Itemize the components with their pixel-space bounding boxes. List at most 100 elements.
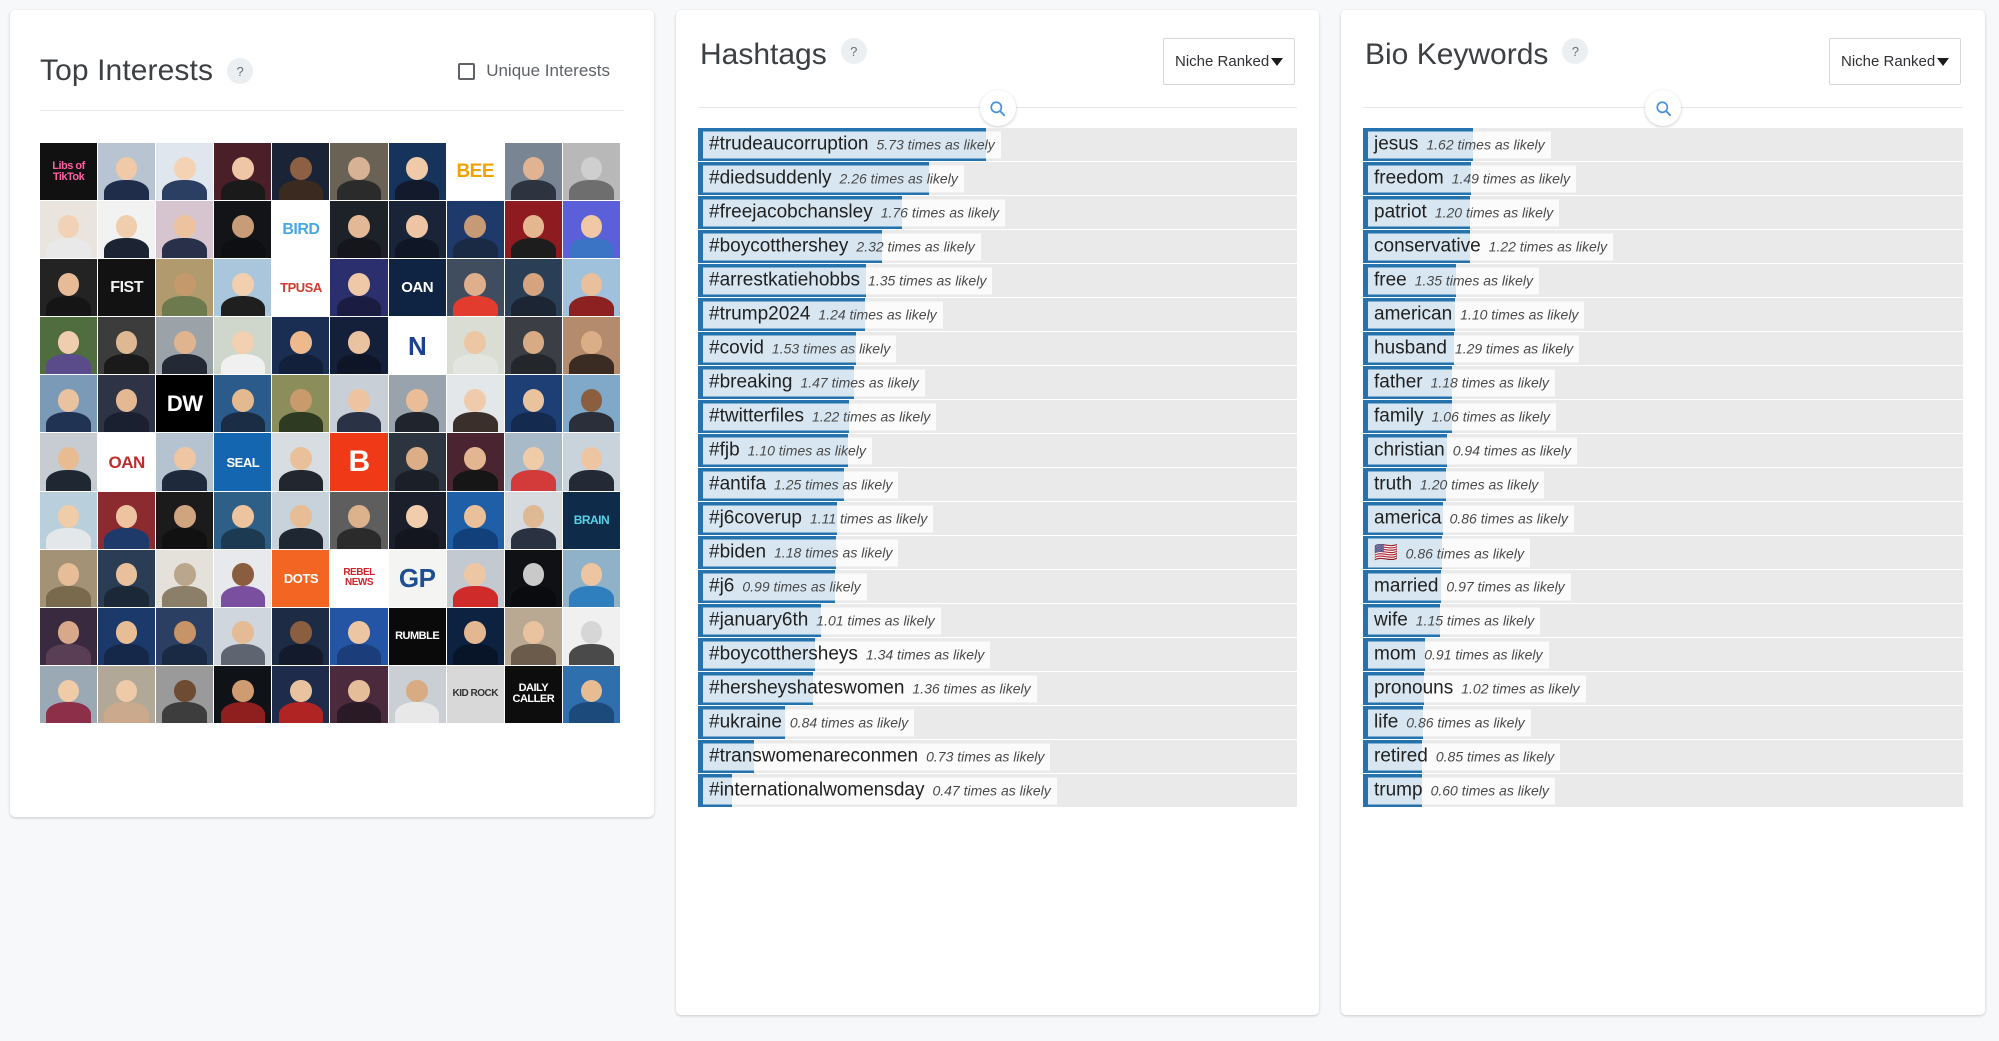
interest-avatar-tile[interactable] [562,201,620,259]
bio-sort-select[interactable]: Niche Ranked [1829,38,1961,85]
interest-avatar-tile[interactable] [214,317,272,375]
interest-avatar-tile[interactable] [272,375,330,433]
interest-avatar-tile[interactable] [98,143,156,201]
ranked-row[interactable]: #covid 1.53 times as likely [698,332,1297,366]
interest-avatar-tile[interactable] [156,665,214,723]
interest-logo-tile[interactable]: SEAL [214,433,272,491]
interest-avatar-tile[interactable] [446,201,504,259]
ranked-row[interactable]: freedom 1.49 times as likely [1363,162,1963,196]
interest-avatar-tile[interactable] [40,549,98,607]
interest-avatar-tile[interactable] [504,433,562,491]
ranked-row[interactable]: #boycotthersheys 1.34 times as likely [698,638,1297,672]
interest-logo-tile[interactable]: FIST [98,259,156,317]
ranked-row[interactable]: #antifa 1.25 times as likely [698,468,1297,502]
interest-avatar-tile[interactable] [562,665,620,723]
interest-avatar-tile[interactable] [98,549,156,607]
interest-logo-tile[interactable]: DOTS [272,549,330,607]
interest-avatar-tile[interactable] [98,317,156,375]
ranked-row[interactable]: trump 0.60 times as likely [1363,774,1963,808]
interest-avatar-tile[interactable] [388,143,446,201]
interest-logo-tile[interactable]: KID ROCK [446,665,504,723]
ranked-row[interactable]: #january6th 1.01 times as likely [698,604,1297,638]
interest-avatar-tile[interactable] [446,375,504,433]
ranked-row[interactable]: #hersheyshateswomen 1.36 times as likely [698,672,1297,706]
interest-avatar-tile[interactable] [562,259,620,317]
interest-avatar-tile[interactable] [504,375,562,433]
ranked-row[interactable]: patriot 1.20 times as likely [1363,196,1963,230]
interest-avatar-tile[interactable] [156,259,214,317]
interest-avatar-tile[interactable] [504,201,562,259]
interest-avatar-tile[interactable] [40,201,98,259]
ranked-row[interactable]: pronouns 1.02 times as likely [1363,672,1963,706]
interest-logo-tile[interactable]: OAN [388,259,446,317]
interest-avatar-tile[interactable] [40,259,98,317]
ranked-row[interactable]: husband 1.29 times as likely [1363,332,1963,366]
ranked-row[interactable]: #fjb 1.10 times as likely [698,434,1297,468]
ranked-row[interactable]: life 0.86 times as likely [1363,706,1963,740]
ranked-row[interactable]: #breaking 1.47 times as likely [698,366,1297,400]
interest-avatar-tile[interactable] [156,433,214,491]
interest-avatar-tile[interactable] [40,433,98,491]
interest-avatar-tile[interactable] [40,317,98,375]
interest-avatar-tile[interactable] [156,607,214,665]
interest-logo-tile[interactable]: GP [388,549,446,607]
interest-avatar-tile[interactable] [330,201,388,259]
interest-logo-tile[interactable]: RUMBLE [388,607,446,665]
interest-avatar-tile[interactable] [562,433,620,491]
ranked-row[interactable]: american 1.10 times as likely [1363,298,1963,332]
interest-avatar-tile[interactable] [272,607,330,665]
ranked-row[interactable]: #j6 0.99 times as likely [698,570,1297,604]
interest-avatar-tile[interactable] [446,549,504,607]
interest-avatar-tile[interactable] [156,143,214,201]
interest-avatar-tile[interactable] [214,259,272,317]
interest-avatar-tile[interactable] [272,491,330,549]
interest-avatar-tile[interactable] [330,607,388,665]
interest-logo-tile[interactable]: OAN [98,433,156,491]
help-icon[interactable]: ? [227,58,254,84]
ranked-row[interactable]: #diedsuddenly 2.26 times as likely [698,162,1297,196]
interest-avatar-tile[interactable] [156,201,214,259]
unique-interests-control[interactable]: Unique Interests [458,61,624,81]
interest-logo-tile[interactable]: BIRD [272,201,330,259]
interest-avatar-tile[interactable] [40,491,98,549]
interest-avatar-tile[interactable] [446,317,504,375]
ranked-row[interactable]: wife 1.15 times as likely [1363,604,1963,638]
interest-avatar-tile[interactable] [40,607,98,665]
interest-avatar-tile[interactable] [98,375,156,433]
interest-avatar-tile[interactable] [446,607,504,665]
unique-interests-checkbox[interactable] [458,62,476,80]
interest-avatar-tile[interactable] [504,259,562,317]
ranked-row[interactable]: #biden 1.18 times as likely [698,536,1297,570]
interest-avatar-tile[interactable] [98,607,156,665]
interest-avatar-tile[interactable] [562,143,620,201]
interest-avatar-tile[interactable] [214,665,272,723]
ranked-row[interactable]: #ukraine 0.84 times as likely [698,706,1297,740]
ranked-row[interactable]: #twitterfiles 1.22 times as likely [698,400,1297,434]
interest-avatar-tile[interactable] [214,143,272,201]
interest-logo-tile[interactable]: DW [156,375,214,433]
interest-avatar-tile[interactable] [98,201,156,259]
ranked-row[interactable]: retired 0.85 times as likely [1363,740,1963,774]
interest-avatar-tile[interactable] [330,491,388,549]
ranked-row[interactable]: family 1.06 times as likely [1363,400,1963,434]
interest-avatar-tile[interactable] [330,317,388,375]
interest-avatar-tile[interactable] [40,665,98,723]
interest-avatar-tile[interactable] [388,201,446,259]
interest-logo-tile[interactable]: Libs of TikTok [40,143,98,201]
interest-avatar-tile[interactable] [388,433,446,491]
interest-logo-tile[interactable]: N [388,317,446,375]
bio-search-button[interactable] [1645,90,1681,126]
interest-logo-tile[interactable]: BRAIN [562,491,620,549]
interest-avatar-tile[interactable] [156,549,214,607]
ranked-row[interactable]: 🇺🇸 0.86 times as likely [1363,536,1963,570]
interest-avatar-tile[interactable] [330,259,388,317]
interest-avatar-tile[interactable] [214,607,272,665]
interest-avatar-tile[interactable] [562,317,620,375]
interest-avatar-tile[interactable] [272,317,330,375]
interest-avatar-tile[interactable] [504,549,562,607]
ranked-row[interactable]: #trump2024 1.24 times as likely [698,298,1297,332]
ranked-row[interactable]: america 0.86 times as likely [1363,502,1963,536]
interest-avatar-tile[interactable] [40,375,98,433]
interest-avatar-tile[interactable] [504,317,562,375]
interest-avatar-tile[interactable] [156,317,214,375]
